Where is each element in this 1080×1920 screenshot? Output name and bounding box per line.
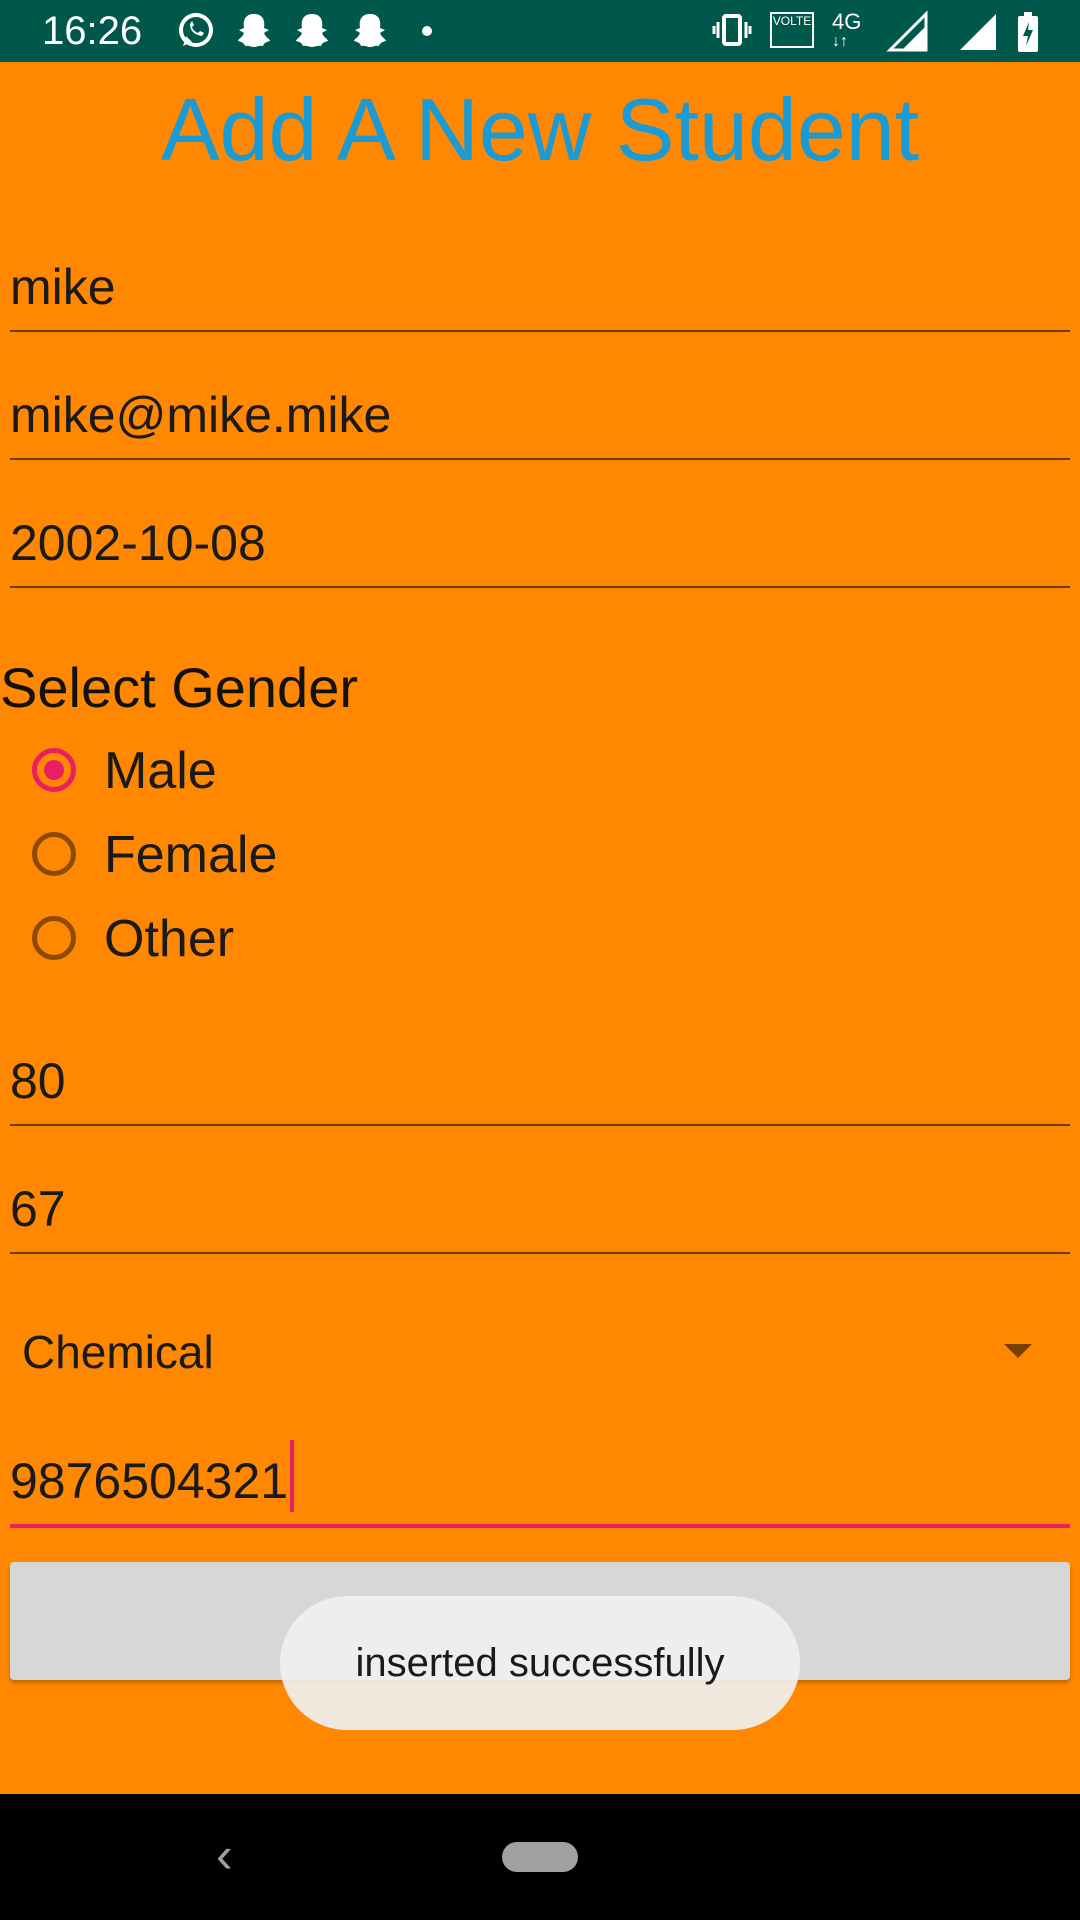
dot-icon [422, 26, 432, 36]
phone-field[interactable]: 9876504321 [10, 1424, 1070, 1528]
radio-male[interactable]: Male [32, 740, 332, 810]
email-value: mike@mike.mike [10, 387, 392, 443]
department-value: Chemical [22, 1326, 214, 1378]
toast-message: inserted successfully [355, 1641, 725, 1685]
snapchat-icon [238, 14, 270, 47]
status-time: 16:26 [42, 9, 143, 53]
text-cursor [290, 1440, 295, 1512]
signal-icon [886, 10, 928, 52]
radio-checked-icon [32, 748, 76, 792]
page-title: Add A New Student [160, 80, 920, 179]
dob-value: 2002-10-08 [10, 515, 266, 571]
radio-label-male: Male [104, 742, 217, 800]
marks-field-1[interactable]: 80 [10, 1024, 1070, 1126]
email-field[interactable]: mike@mike.mike [10, 358, 1070, 460]
toast: inserted successfully [280, 1596, 800, 1730]
radio-label-other: Other [104, 910, 235, 968]
radio-female[interactable]: Female [32, 824, 332, 894]
radio-unchecked-icon [32, 916, 76, 960]
back-icon[interactable]: ‹ [216, 1830, 233, 1880]
4g-icon: 4G ↓↑ [832, 9, 862, 50]
name-field[interactable]: mike [10, 230, 1070, 332]
phone-value-wrap: 9876504321 [10, 1440, 295, 1512]
snapchat-icon [354, 14, 386, 47]
vibrate-icon [712, 14, 752, 46]
radio-label-female: Female [104, 826, 278, 884]
status-bar: 16:26 VOLTE 4G ↓↑ [0, 0, 1080, 62]
volte-label: VOLTE [772, 14, 812, 28]
network-label: 4G [832, 9, 862, 34]
marks-value-1: 80 [10, 1053, 66, 1109]
whatsapp-icon [179, 13, 213, 47]
marks-value-2: 67 [10, 1181, 66, 1237]
name-value: mike [10, 259, 116, 315]
radio-other[interactable]: Other [32, 908, 332, 978]
dropdown-arrow-icon [1004, 1344, 1032, 1358]
navigation-bar: ‹ [0, 1794, 1080, 1920]
volte-icon: VOLTE [770, 12, 814, 48]
gender-label: Select Gender [0, 656, 358, 719]
dob-field[interactable]: 2002-10-08 [10, 486, 1070, 588]
home-pill-icon[interactable] [502, 1842, 578, 1872]
marks-field-2[interactable]: 67 [10, 1152, 1070, 1254]
battery-charging-icon [1018, 12, 1038, 52]
phone-value: 9876504321 [10, 1453, 289, 1509]
snapchat-icon [296, 14, 328, 47]
department-dropdown[interactable]: Chemical [22, 1316, 1042, 1396]
signal-icon [960, 14, 996, 50]
radio-unchecked-icon [32, 832, 76, 876]
